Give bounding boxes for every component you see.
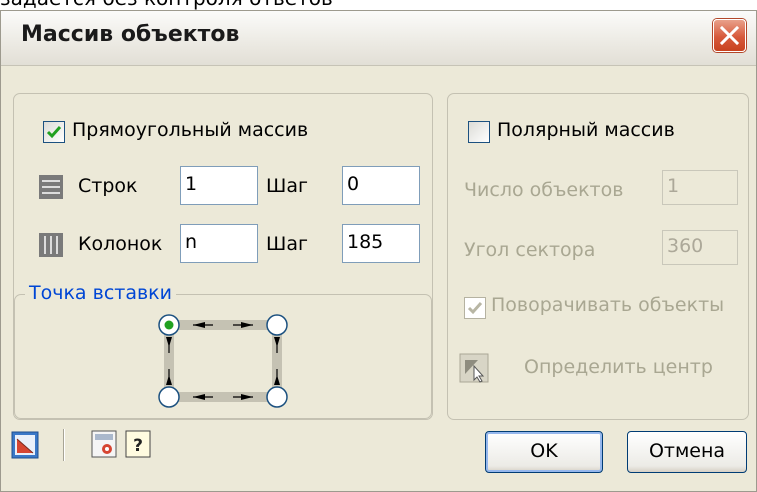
rect-array-panel: Прямоугольный массив Строк 1 Шаг 0 Колон… — [13, 93, 433, 420]
toolbar-divider — [63, 429, 64, 461]
columns-label: Колонок — [78, 233, 163, 255]
columns-input[interactable]: n — [180, 224, 258, 263]
rows-label: Строк — [78, 175, 138, 197]
insertion-point-group: Точка вставки — [14, 282, 432, 419]
ok-button[interactable]: OK — [485, 431, 603, 473]
cancel-button[interactable]: Отмена — [627, 431, 747, 473]
rotate-objects-checkbox[interactable] — [464, 297, 486, 319]
object-count-label: Число объектов — [464, 179, 624, 201]
define-center-label: Определить центр — [524, 356, 713, 378]
col-step-input[interactable]: 185 — [342, 224, 420, 263]
polar-array-label: Полярный массив — [497, 119, 675, 141]
rows-icon — [39, 175, 63, 199]
sector-angle-label: Угол сектора — [464, 239, 596, 261]
background-text-fragment: задается без контроля ответов — [0, 0, 757, 10]
columns-icon — [39, 233, 63, 257]
dialog-title: Массив объектов — [21, 22, 240, 47]
fragment-text: задается без контроля ответов — [0, 0, 333, 10]
array-dialog: Массив объектов Прямоугольный массив Стр… — [0, 10, 757, 492]
array-settings-icon[interactable] — [11, 431, 39, 459]
rotate-objects-label: Поворачивать объекты — [491, 294, 725, 316]
insertion-point-legend: Точка вставки — [25, 282, 176, 304]
close-icon — [719, 25, 740, 46]
insertion-point-diagram[interactable] — [153, 309, 293, 413]
define-center-button[interactable]: Определить центр — [456, 348, 736, 388]
checkmark-icon — [46, 126, 62, 139]
title-bar[interactable]: Массив объектов — [1, 11, 756, 66]
row-step-input[interactable]: 0 — [342, 166, 420, 205]
calculator-icon[interactable] — [91, 430, 117, 458]
rect-array-label: Прямоугольный массив — [72, 119, 309, 141]
svg-text:?: ? — [133, 436, 143, 456]
object-count-input[interactable]: 1 — [662, 170, 738, 205]
help-icon[interactable]: ? — [125, 430, 151, 458]
rows-input[interactable]: 1 — [180, 166, 258, 205]
pick-center-icon — [459, 353, 489, 383]
polar-array-panel: Полярный массив Число объектов 1 Угол се… — [447, 93, 749, 420]
close-button[interactable] — [713, 19, 746, 52]
polar-array-checkbox[interactable] — [468, 121, 490, 143]
rect-array-checkbox[interactable] — [43, 121, 65, 143]
checkmark-icon — [467, 302, 483, 315]
row-step-label: Шаг — [266, 175, 308, 197]
col-step-label: Шаг — [266, 233, 308, 255]
sector-angle-input[interactable]: 360 — [662, 230, 738, 265]
